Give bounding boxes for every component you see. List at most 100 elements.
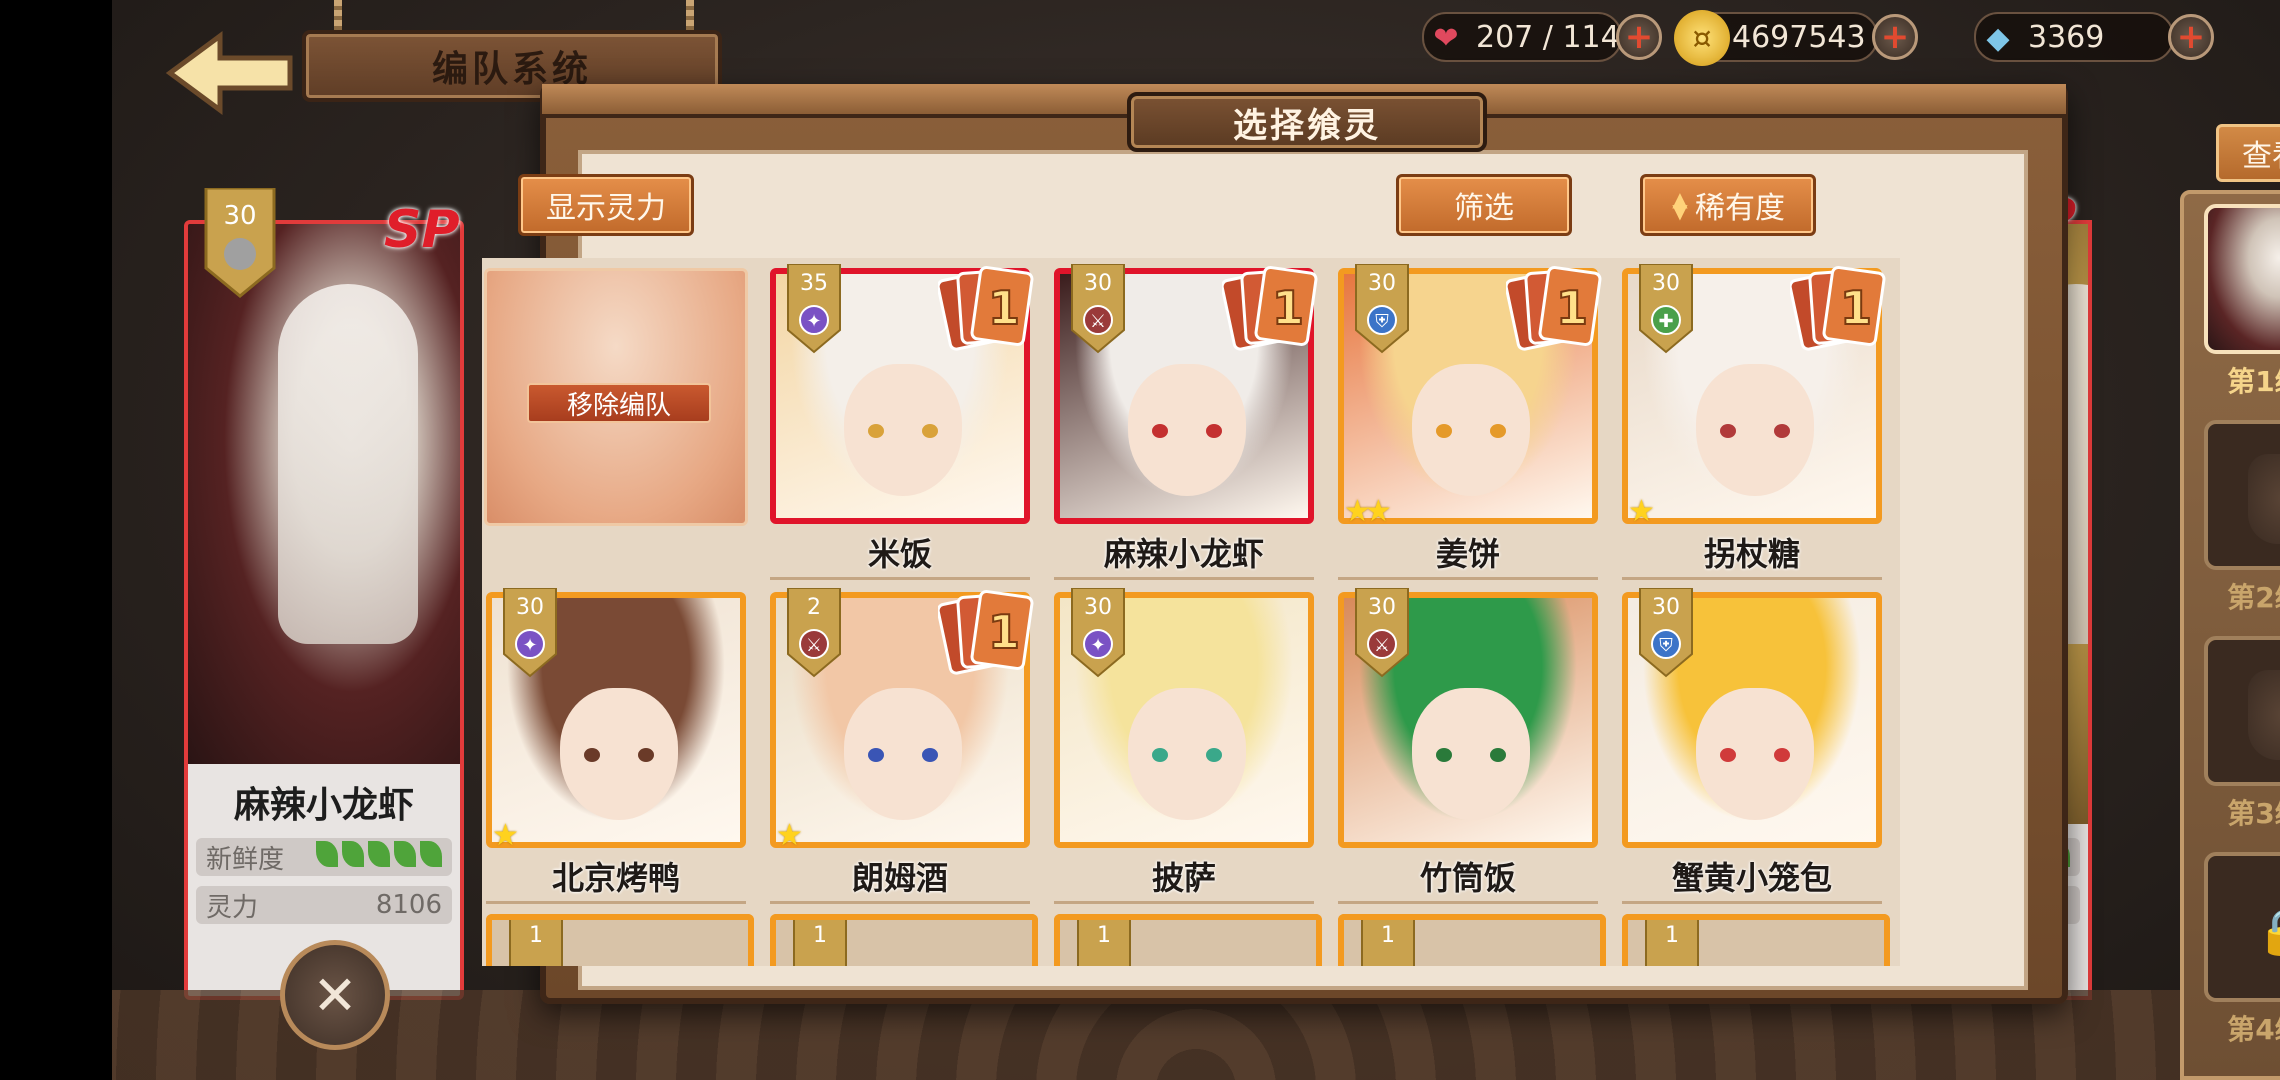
power-row: 灵力 8106 bbox=[196, 886, 452, 924]
svg-text:30: 30 bbox=[1084, 595, 1112, 620]
heart-icon: ❤ bbox=[1433, 20, 1459, 56]
team-label-4: 第4编队 bbox=[2227, 1013, 2280, 1046]
selected-character-card[interactable]: 麻辣小龙虾 新鲜度 灵力 8106 bbox=[184, 220, 464, 1000]
level-badge: 30 ⚔ bbox=[1355, 588, 1409, 678]
add-stamina-button[interactable]: + bbox=[1616, 14, 1662, 60]
rarity-stars: ★ bbox=[776, 818, 803, 853]
character-card[interactable]: 1 bbox=[1054, 914, 1322, 966]
add-gold-button[interactable]: + bbox=[1872, 14, 1918, 60]
svg-text:30: 30 bbox=[1368, 595, 1396, 620]
rarity-stars: ★ bbox=[1628, 494, 1655, 529]
character-card[interactable]: 35 ✦ 1 米饭 bbox=[766, 264, 1034, 586]
crystal-icon: ◆ bbox=[1986, 20, 2010, 56]
svg-text:1: 1 bbox=[1381, 923, 1395, 948]
freshness-leaves bbox=[312, 840, 442, 874]
remove-from-team-slot[interactable]: 移除编队 bbox=[484, 268, 748, 526]
team-slot-2[interactable] bbox=[2204, 420, 2280, 570]
svg-text:1: 1 bbox=[1272, 281, 1304, 335]
character-card[interactable]: 1 bbox=[1338, 914, 1606, 966]
card-stack-icon: 1 bbox=[938, 266, 1034, 351]
svg-text:✚: ✚ bbox=[1658, 311, 1673, 332]
rope-left bbox=[334, 0, 342, 34]
back-button[interactable] bbox=[160, 28, 300, 118]
svg-text:30: 30 bbox=[516, 595, 544, 620]
svg-text:⛨: ⛨ bbox=[1375, 311, 1389, 332]
svg-text:30: 30 bbox=[1652, 595, 1680, 620]
character-name: 姜饼 bbox=[1338, 526, 1598, 580]
crest-icon bbox=[2248, 670, 2280, 760]
character-card[interactable]: 30 ⚔ 竹筒饭 bbox=[1334, 588, 1602, 910]
svg-text:✦: ✦ bbox=[806, 311, 821, 332]
svg-text:30: 30 bbox=[1368, 271, 1396, 296]
level-badge: 30 ✦ bbox=[1071, 588, 1125, 678]
level-badge: 2⚔ bbox=[787, 588, 841, 678]
level-badge: 1 bbox=[793, 920, 847, 966]
coin-icon: ¤ bbox=[1674, 10, 1730, 66]
svg-text:1: 1 bbox=[1665, 923, 1679, 948]
svg-text:✦: ✦ bbox=[1090, 635, 1105, 656]
svg-text:⚔: ⚔ bbox=[806, 635, 822, 656]
svg-text:30: 30 bbox=[1652, 271, 1680, 296]
svg-text:1: 1 bbox=[988, 281, 1020, 335]
svg-text:1: 1 bbox=[988, 605, 1020, 659]
character-name: 披萨 bbox=[1054, 850, 1314, 904]
character-name: 麻辣小龙虾 bbox=[1054, 526, 1314, 580]
svg-text:1: 1 bbox=[813, 923, 827, 948]
card-stack-icon: 1 bbox=[1506, 266, 1602, 351]
level-badge: 30 ⛨ bbox=[1355, 264, 1409, 354]
team-formation-scene: 编队系统 ❤ 207 / 114 + ¤ 4697543 + ◆ 3369 + … bbox=[112, 0, 2280, 1080]
character-name: 米饭 bbox=[770, 526, 1030, 580]
character-card[interactable]: 30 ⚔ 1 麻辣小龙虾 bbox=[1050, 264, 1318, 586]
svg-text:30: 30 bbox=[223, 201, 256, 231]
character-grid: 移除编队 35 ✦ 1 米饭 30 ⚔ 1 麻辣小龙虾 30 ⛨ 1 ★★ 姜饼 30 ✚ 1 ★ 拐杖糖 30 ✦ ★… bbox=[482, 258, 1900, 966]
svg-text:1: 1 bbox=[1097, 923, 1111, 948]
sp-badge: SP bbox=[384, 200, 460, 260]
character-card[interactable]: 30 ⛨ 蟹黄小笼包 bbox=[1618, 588, 1886, 910]
fork-knife-icon: ✕ bbox=[312, 963, 358, 1027]
team-slot-4[interactable]: 🔒 bbox=[2204, 852, 2280, 1002]
svg-text:2: 2 bbox=[807, 595, 821, 620]
team-slot-1[interactable] bbox=[2204, 204, 2280, 354]
card-stack-icon: 1 bbox=[1790, 266, 1886, 351]
character-card[interactable]: 30 ✦ ★ 北京烤鸭 bbox=[482, 588, 750, 910]
character-card[interactable]: 1 bbox=[1622, 914, 1890, 966]
game-screen: 编队系统 ❤ 207 / 114 + ¤ 4697543 + ◆ 3369 + … bbox=[0, 0, 2280, 1080]
character-card[interactable]: 30 ✦ 披萨 bbox=[1050, 588, 1318, 910]
svg-text:✦: ✦ bbox=[522, 635, 537, 656]
character-card[interactable]: 1 bbox=[486, 914, 754, 966]
character-art bbox=[188, 224, 460, 764]
character-name: 竹筒饭 bbox=[1338, 850, 1598, 904]
svg-text:⛨: ⛨ bbox=[1659, 635, 1673, 656]
level-badge: 30 ⚔ bbox=[1071, 264, 1125, 354]
svg-text:⚔: ⚔ bbox=[1090, 311, 1106, 332]
svg-text:1: 1 bbox=[1840, 281, 1872, 335]
freshness-row: 新鲜度 bbox=[196, 838, 452, 876]
character-card[interactable]: 30 ✚ 1 ★ 拐杖糖 bbox=[1618, 264, 1886, 586]
sort-icon: ▲ ▼ bbox=[1672, 187, 1688, 223]
remove-from-team-button[interactable]: 移除编队 bbox=[527, 383, 711, 423]
add-gem-button[interactable]: + bbox=[2168, 14, 2214, 60]
character-name: 北京烤鸭 bbox=[486, 850, 746, 904]
lock-icon: 🔒 bbox=[2244, 902, 2280, 962]
sort-rarity-button[interactable]: ▲ ▼ 稀有度 bbox=[1640, 174, 1816, 236]
character-card[interactable]: 2 ⚔ 1 ★ 朗姆酒 bbox=[766, 588, 1034, 910]
level-badge: 30 ✦ bbox=[503, 588, 557, 678]
filter-button[interactable]: 筛选 bbox=[1396, 174, 1572, 236]
character-card[interactable]: 30 ⛨ 1 ★★ 姜饼 bbox=[1334, 264, 1602, 586]
character-name: 拐杖糖 bbox=[1622, 526, 1882, 580]
level-badge: 1 bbox=[1077, 920, 1131, 966]
crest-icon bbox=[2248, 454, 2280, 544]
rarity-stars: ★★ bbox=[1344, 494, 1392, 529]
cooking-button[interactable]: ✕ bbox=[280, 940, 390, 1050]
back-arrow-icon bbox=[165, 31, 293, 115]
view-attributes-button[interactable]: 查看属性 bbox=[2216, 124, 2280, 182]
character-card[interactable]: 1 bbox=[770, 914, 1038, 966]
show-power-button[interactable]: 显示灵力 bbox=[518, 174, 694, 236]
level-badge: 35 ✦ bbox=[787, 264, 841, 354]
character-name: 朗姆酒 bbox=[770, 850, 1030, 904]
svg-text:1: 1 bbox=[1556, 281, 1588, 335]
rope-right bbox=[686, 0, 694, 34]
team-slot-3[interactable] bbox=[2204, 636, 2280, 786]
svg-text:⚔: ⚔ bbox=[1374, 635, 1390, 656]
card-stack-icon: 1 bbox=[938, 590, 1034, 675]
